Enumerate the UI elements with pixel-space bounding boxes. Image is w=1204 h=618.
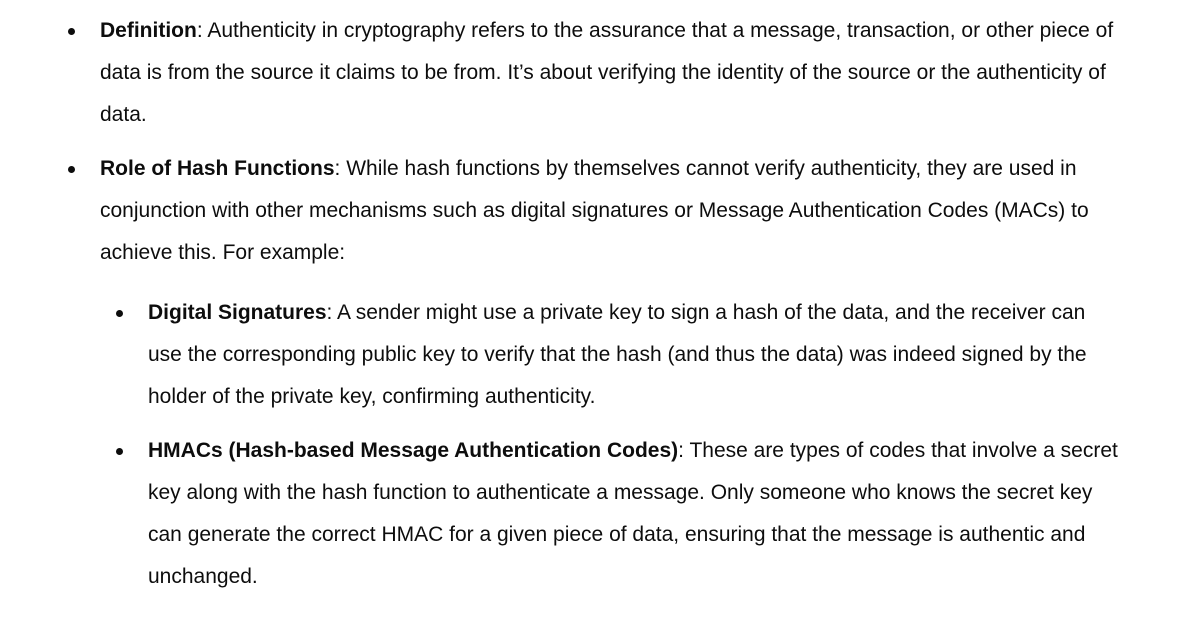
- item-term: HMACs (Hash-based Message Authentication…: [148, 439, 679, 462]
- item-text: Authenticity in cryptography refers to t…: [100, 19, 1114, 126]
- nested-bullet-list: Digital Signatures: A sender might use a…: [0, 292, 1204, 598]
- bullet-dot-icon: [68, 28, 75, 35]
- bullet-dot-icon: [68, 166, 75, 173]
- document-content: Definition: Authenticity in cryptography…: [0, 10, 1204, 610]
- list-item-role-of-hash-functions: Role of Hash Functions: While hash funct…: [0, 148, 1204, 598]
- list-item-definition: Definition: Authenticity in cryptography…: [0, 10, 1204, 136]
- item-term: Definition: [100, 19, 197, 42]
- bullet-dot-icon: [116, 310, 123, 317]
- bullet-list: Definition: Authenticity in cryptography…: [0, 10, 1204, 598]
- list-item-digital-signatures: Digital Signatures: A sender might use a…: [0, 292, 1204, 418]
- bullet-dot-icon: [116, 448, 123, 455]
- item-term: Role of Hash Functions: [100, 157, 335, 180]
- item-term: Digital Signatures: [148, 301, 327, 324]
- list-item-hmacs: HMACs (Hash-based Message Authentication…: [0, 430, 1204, 598]
